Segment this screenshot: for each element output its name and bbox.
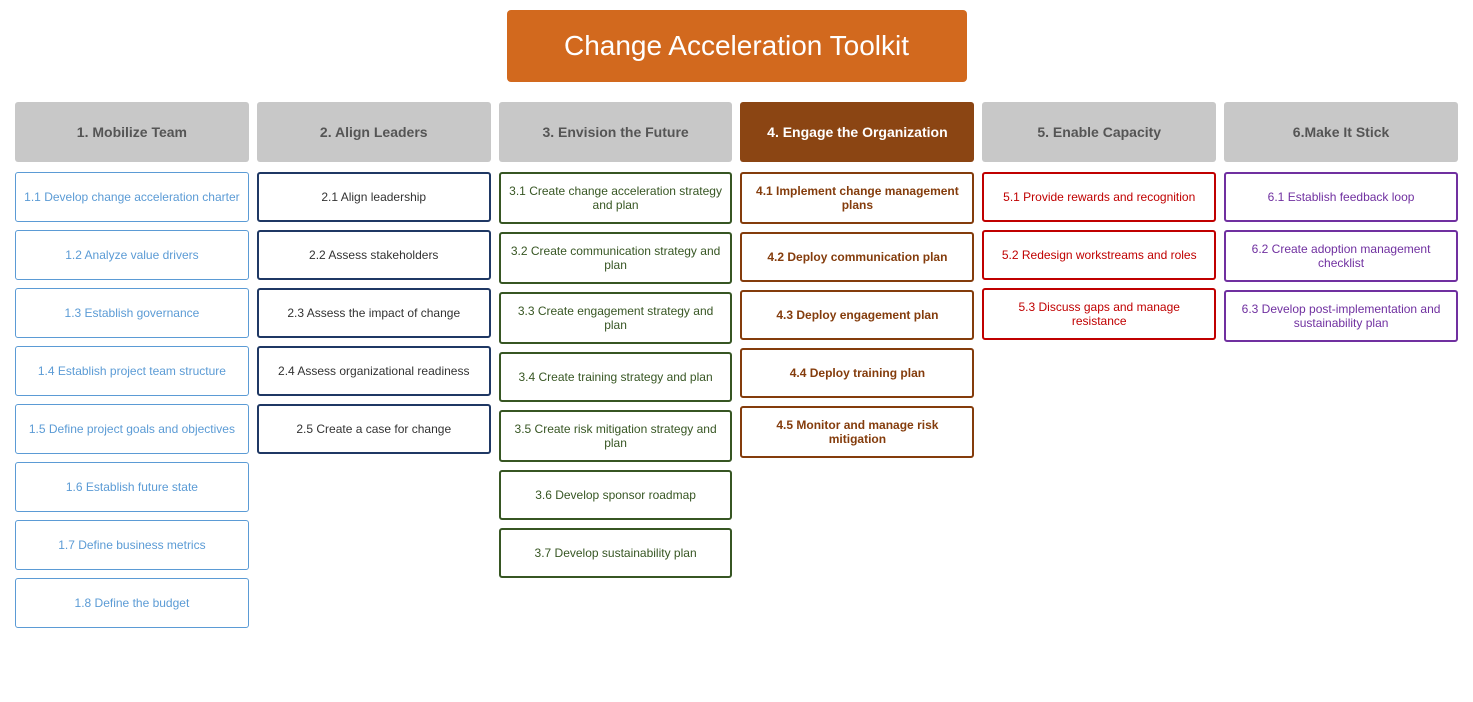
card-col5-1[interactable]: 5.1 Provide rewards and recognition — [982, 172, 1216, 222]
card-col4-4[interactable]: 4.4 Deploy training plan — [740, 348, 974, 398]
card-col3-1[interactable]: 3.1 Create change acceleration strategy … — [499, 172, 733, 224]
column-col3: 3. Envision the Future 3.1 Create change … — [499, 102, 733, 586]
card-col2-5[interactable]: 2.5 Create a case for change — [257, 404, 491, 454]
card-col6-2[interactable]: 6.2 Create adoption management checklist — [1224, 230, 1458, 282]
column-col2: 2. Align Leaders 2.1 Align leadership 2.2 … — [257, 102, 491, 462]
card-col4-5[interactable]: 4.5 Monitor and manage risk mitigation — [740, 406, 974, 458]
card-col5-2[interactable]: 5.2 Redesign workstreams and roles — [982, 230, 1216, 280]
page-title: Change Acceleration Toolkit — [507, 10, 967, 82]
card-col1-3[interactable]: 1.3 Establish governance — [15, 288, 249, 338]
card-col5-3[interactable]: 5.3 Discuss gaps and manage resistance — [982, 288, 1216, 340]
column-header-col5: 5. Enable Capacity — [982, 102, 1216, 162]
page-wrapper: Change Acceleration Toolkit 1. Mobilize … — [0, 0, 1473, 646]
card-col1-8[interactable]: 1.8 Define the budget — [15, 578, 249, 628]
card-col1-2[interactable]: 1.2 Analyze value drivers — [15, 230, 249, 280]
column-header-col3: 3. Envision the Future — [499, 102, 733, 162]
card-col1-6[interactable]: 1.6 Establish future state — [15, 462, 249, 512]
card-col1-4[interactable]: 1.4 Establish project team structure — [15, 346, 249, 396]
card-col2-3[interactable]: 2.3 Assess the impact of change — [257, 288, 491, 338]
column-header-col2: 2. Align Leaders — [257, 102, 491, 162]
column-col5: 5. Enable Capacity 5.1 Provide rewards an… — [982, 102, 1216, 348]
column-header-col4: 4. Engage the Organization — [740, 102, 974, 162]
card-col2-1[interactable]: 2.1 Align leadership — [257, 172, 491, 222]
card-col3-6[interactable]: 3.6 Develop sponsor roadmap — [499, 470, 733, 520]
card-col3-7[interactable]: 3.7 Develop sustainability plan — [499, 528, 733, 578]
card-col2-2[interactable]: 2.2 Assess stakeholders — [257, 230, 491, 280]
card-col3-4[interactable]: 3.4 Create training strategy and plan — [499, 352, 733, 402]
columns-container: 1. Mobilize Team 1.1 Develop change accel… — [10, 102, 1463, 636]
card-col6-1[interactable]: 6.1 Establish feedback loop — [1224, 172, 1458, 222]
column-col6: 6.Make It Stick 6.1 Establish feedback lo… — [1224, 102, 1458, 350]
card-col4-1[interactable]: 4.1 Implement change management plans — [740, 172, 974, 224]
card-col3-2[interactable]: 3.2 Create communication strategy and pl… — [499, 232, 733, 284]
card-col1-7[interactable]: 1.7 Define business metrics — [15, 520, 249, 570]
card-col1-5[interactable]: 1.5 Define project goals and objectives — [15, 404, 249, 454]
card-col4-3[interactable]: 4.3 Deploy engagement plan — [740, 290, 974, 340]
card-col6-3[interactable]: 6.3 Develop post-implementation and sust… — [1224, 290, 1458, 342]
column-header-col1: 1. Mobilize Team — [15, 102, 249, 162]
column-col4: 4. Engage the Organization 4.1 Implement … — [740, 102, 974, 466]
card-col1-1[interactable]: 1.1 Develop change acceleration charter — [15, 172, 249, 222]
card-col4-2[interactable]: 4.2 Deploy communication plan — [740, 232, 974, 282]
card-col2-4[interactable]: 2.4 Assess organizational readiness — [257, 346, 491, 396]
column-col1: 1. Mobilize Team 1.1 Develop change accel… — [15, 102, 249, 636]
card-col3-5[interactable]: 3.5 Create risk mitigation strategy and … — [499, 410, 733, 462]
column-header-col6: 6.Make It Stick — [1224, 102, 1458, 162]
card-col3-3[interactable]: 3.3 Create engagement strategy and plan — [499, 292, 733, 344]
